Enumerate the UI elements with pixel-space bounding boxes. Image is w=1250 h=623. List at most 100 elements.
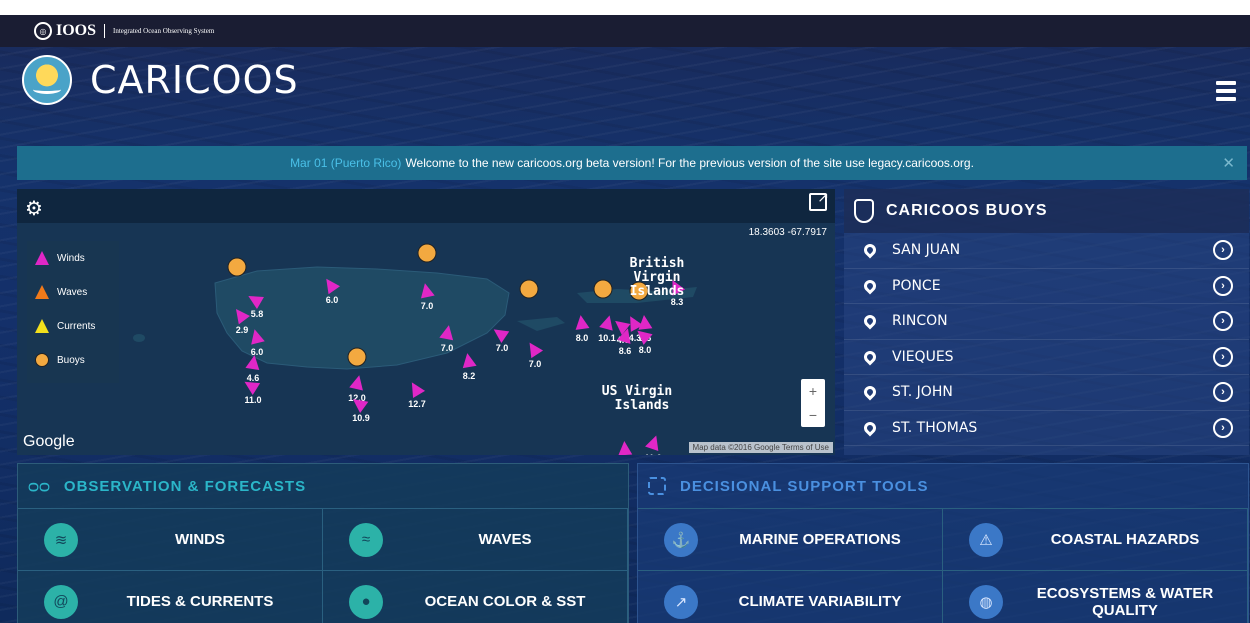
mona-island-landmass [133,334,145,342]
ocean-color-sst-label: OCEAN COLOR & SST [424,593,586,610]
ocean-color-sst-link[interactable]: ● OCEAN COLOR & SST [323,571,628,623]
close-icon[interactable]: ✕ [1222,154,1235,172]
waves-label: WAVES [478,531,532,548]
wind-value-label: 8.6 [619,346,632,356]
wind-arrow-mark[interactable] [574,314,590,330]
zoom-in-button[interactable]: + [801,379,825,403]
winds-icon [35,251,49,265]
location-pin-icon [861,241,879,259]
panel-header: ᴑᴑ OBSERVATION & FORECASTS [18,464,628,509]
wind-icon: ≋ [44,522,78,557]
wind-arrow-mark[interactable] [599,314,616,331]
wind-value-label: 12.7 [408,399,426,409]
wind-arrow-mark[interactable] [645,433,663,452]
climate-variability-link[interactable]: ↗ CLIMATE VARIABILITY [638,571,943,623]
chart-icon: ↗ [664,584,698,619]
legend-buoys[interactable]: Buoys [27,343,119,377]
location-pin-icon [861,383,879,401]
ecosystems-water-quality-link[interactable]: ◍ ECOSYSTEMS & WATER QUALITY [943,571,1248,623]
wind-value-label: 8.0 [639,345,652,355]
buoy-item-st-john[interactable]: ST. JOHN › [844,375,1249,411]
external-link-icon[interactable] [809,189,829,211]
wind-value-label: 8.0 [576,333,589,343]
buoy-item-label: VIEQUES [892,348,954,365]
chevron-right-icon[interactable]: › [1213,275,1233,296]
legend-currents[interactable]: Currents [27,309,119,343]
ioos-logo[interactable]: ◎ IOOS Integrated Ocean Observing System [34,22,214,40]
buoy-marker[interactable] [227,257,247,277]
waves-icon [35,285,49,299]
map-legend: Winds Waves Currents Buoys [27,241,119,383]
chevron-right-icon[interactable]: › [1213,382,1233,403]
wind-arrow-mark[interactable] [460,352,477,369]
buoy-icon [854,199,874,223]
anchor-icon: ⚓ [664,522,698,557]
buoys-title: CARICOOS BUOYS [886,202,1048,219]
map-attribution[interactable]: Map data ©2016 Google Terms of Use [688,442,833,453]
location-pin-icon [861,277,879,295]
buoy-item-label: ST. JOHN [892,384,953,401]
wind-value-label: 2.9 [236,325,249,335]
ioos-logo-text: IOOS [56,22,97,39]
buoy-item-vieques[interactable]: VIEQUES › [844,340,1249,375]
place-label: Islands [615,398,670,413]
wind-value-label: 8.2 [463,371,476,381]
buoy-marker[interactable] [519,279,539,299]
wind-value-label: 6.0 [326,295,339,305]
google-logo: Google [23,433,75,450]
legend-waves[interactable]: Waves [27,275,119,309]
chevron-right-icon[interactable]: › [1213,240,1233,261]
buoy-marker[interactable] [593,279,613,299]
observation-map[interactable]: ⚙ 18.3603 -67.7917 5.82.96.04.611.06.07.… [17,189,835,455]
buoy-marker[interactable] [417,243,437,263]
location-pin-icon [861,419,879,437]
wind-arrow-mark[interactable] [349,374,366,391]
zoom-out-button[interactable]: − [801,403,825,427]
panel-header: DECISIONAL SUPPORT TOOLS [638,464,1248,509]
map-canvas[interactable]: 5.82.96.04.611.06.07.07.0 7.07.08.212.010… [17,223,835,455]
buoy-marker[interactable] [347,347,367,367]
decisional-support-tools-panel: DECISIONAL SUPPORT TOOLS ⚓ MARINE OPERATI… [637,463,1249,623]
wind-value-label: 10.9 [352,413,370,423]
chevron-right-icon[interactable]: › [1213,346,1233,367]
tides-currents-link[interactable]: @ TIDES & CURRENTS [18,571,323,623]
coastal-hazards-link[interactable]: ⚠ COASTAL HAZARDS [943,509,1248,571]
wind-value-label: 7.0 [529,359,542,369]
chevron-right-icon[interactable]: › [1213,417,1233,438]
buoy-item-ponce[interactable]: PONCE › [844,269,1249,304]
panel-title: DECISIONAL SUPPORT TOOLS [680,477,929,495]
legend-winds[interactable]: Winds [27,241,119,275]
target-icon [648,477,666,495]
wind-arrow-mark[interactable] [617,441,633,455]
place-label: British [630,256,685,271]
menu-icon[interactable] [1216,81,1236,105]
wind-arrow-mark[interactable] [524,339,544,359]
buoy-item-rincon[interactable]: RINCON › [844,304,1249,340]
wind-value-label: 4.6 [247,373,260,383]
ioos-bar: ◎ IOOS Integrated Ocean Observing System [0,15,1250,47]
vieques-landmass [517,317,565,331]
waves-icon: ≈ [349,522,383,557]
buoys-panel: CARICOOS BUOYS SAN JUAN › PONCE › RINCON › … [844,189,1249,455]
place-label: Virgin [634,270,681,285]
wind-value-label: 7.0 [441,343,454,353]
winds-link[interactable]: ≋ WINDS [18,509,323,571]
panel-title: OBSERVATION & FORECASTS [63,477,307,495]
waves-link[interactable]: ≈ WAVES [323,509,628,571]
wind-value-label: 11.0 [244,395,261,405]
ioos-divider [104,24,106,38]
welcome-banner: Mar 01 (Puerto Rico) Welcome to the new … [17,146,1247,180]
page-background: ◎ IOOS Integrated Ocean Observing System… [0,15,1250,623]
brand[interactable]: CARICOOS [22,55,299,105]
climate-variability-label: CLIMATE VARIABILITY [738,593,902,610]
spiral-icon: @ [44,584,78,619]
buoy-item-label: ST. THOMAS [892,419,978,436]
buoy-item-san-juan[interactable]: SAN JUAN › [844,233,1249,269]
buoy-item-st-thomas[interactable]: ST. THOMAS › [844,411,1249,446]
chevron-right-icon[interactable]: › [1213,311,1233,332]
gear-icon[interactable]: ⚙ [25,196,43,221]
wind-arrow-mark[interactable] [406,379,426,399]
wind-arrow-mark[interactable] [637,314,653,330]
marine-operations-link[interactable]: ⚓ MARINE OPERATIONS [638,509,943,571]
buoy-item-label: SAN JUAN [892,242,961,259]
